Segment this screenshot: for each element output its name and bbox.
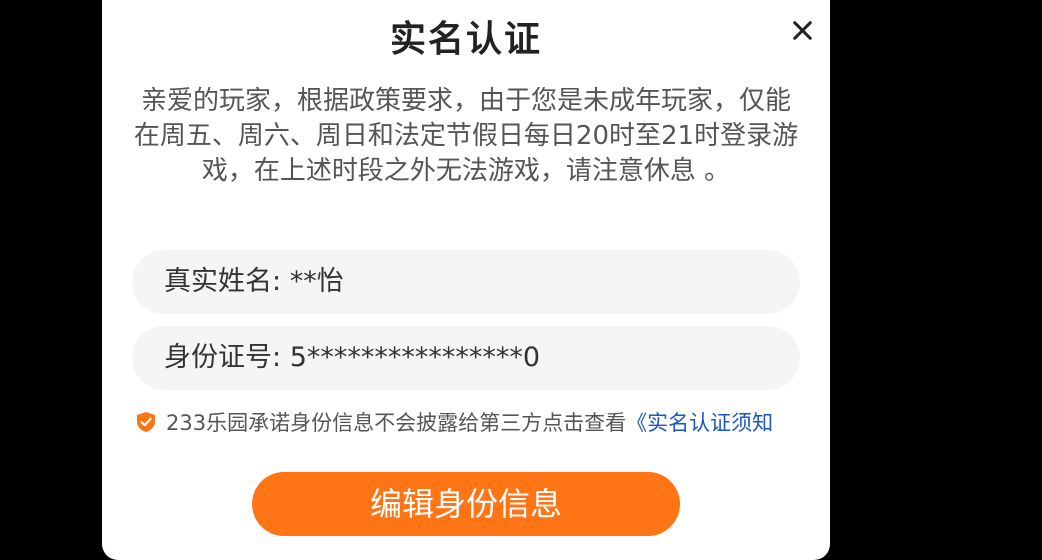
id-number-value: 5****************0: [289, 342, 541, 373]
real-name-auth-dialog: 实名认证 亲爱的玩家，根据政策要求，由于您是未成年玩家，仅能在周五、周六、周日和…: [102, 0, 830, 560]
real-name-value: **怡: [289, 266, 344, 297]
close-icon[interactable]: [788, 16, 818, 46]
policy-message: 亲爱的玩家，根据政策要求，由于您是未成年玩家，仅能在周五、周六、周日和法定节假日…: [133, 86, 799, 186]
real-name-label: 真实姓名:: [164, 266, 282, 297]
edit-identity-button[interactable]: 编辑身份信息: [252, 472, 680, 536]
id-number-label: 身份证号:: [164, 342, 282, 373]
privacy-notice: 233乐园承诺身份信息不会披露给第三方点击查看《实名认证须知: [136, 408, 830, 438]
privacy-text: 233乐园承诺身份信息不会披露给第三方点击查看: [166, 411, 627, 435]
id-number-field: 身份证号: 5****************0: [132, 326, 800, 390]
dialog-title: 实名认证: [389, 19, 542, 60]
real-name-field: 真实姓名: **怡: [132, 250, 800, 314]
auth-notice-link[interactable]: 《实名认证须知: [626, 411, 773, 435]
shield-check-icon: [137, 412, 155, 432]
